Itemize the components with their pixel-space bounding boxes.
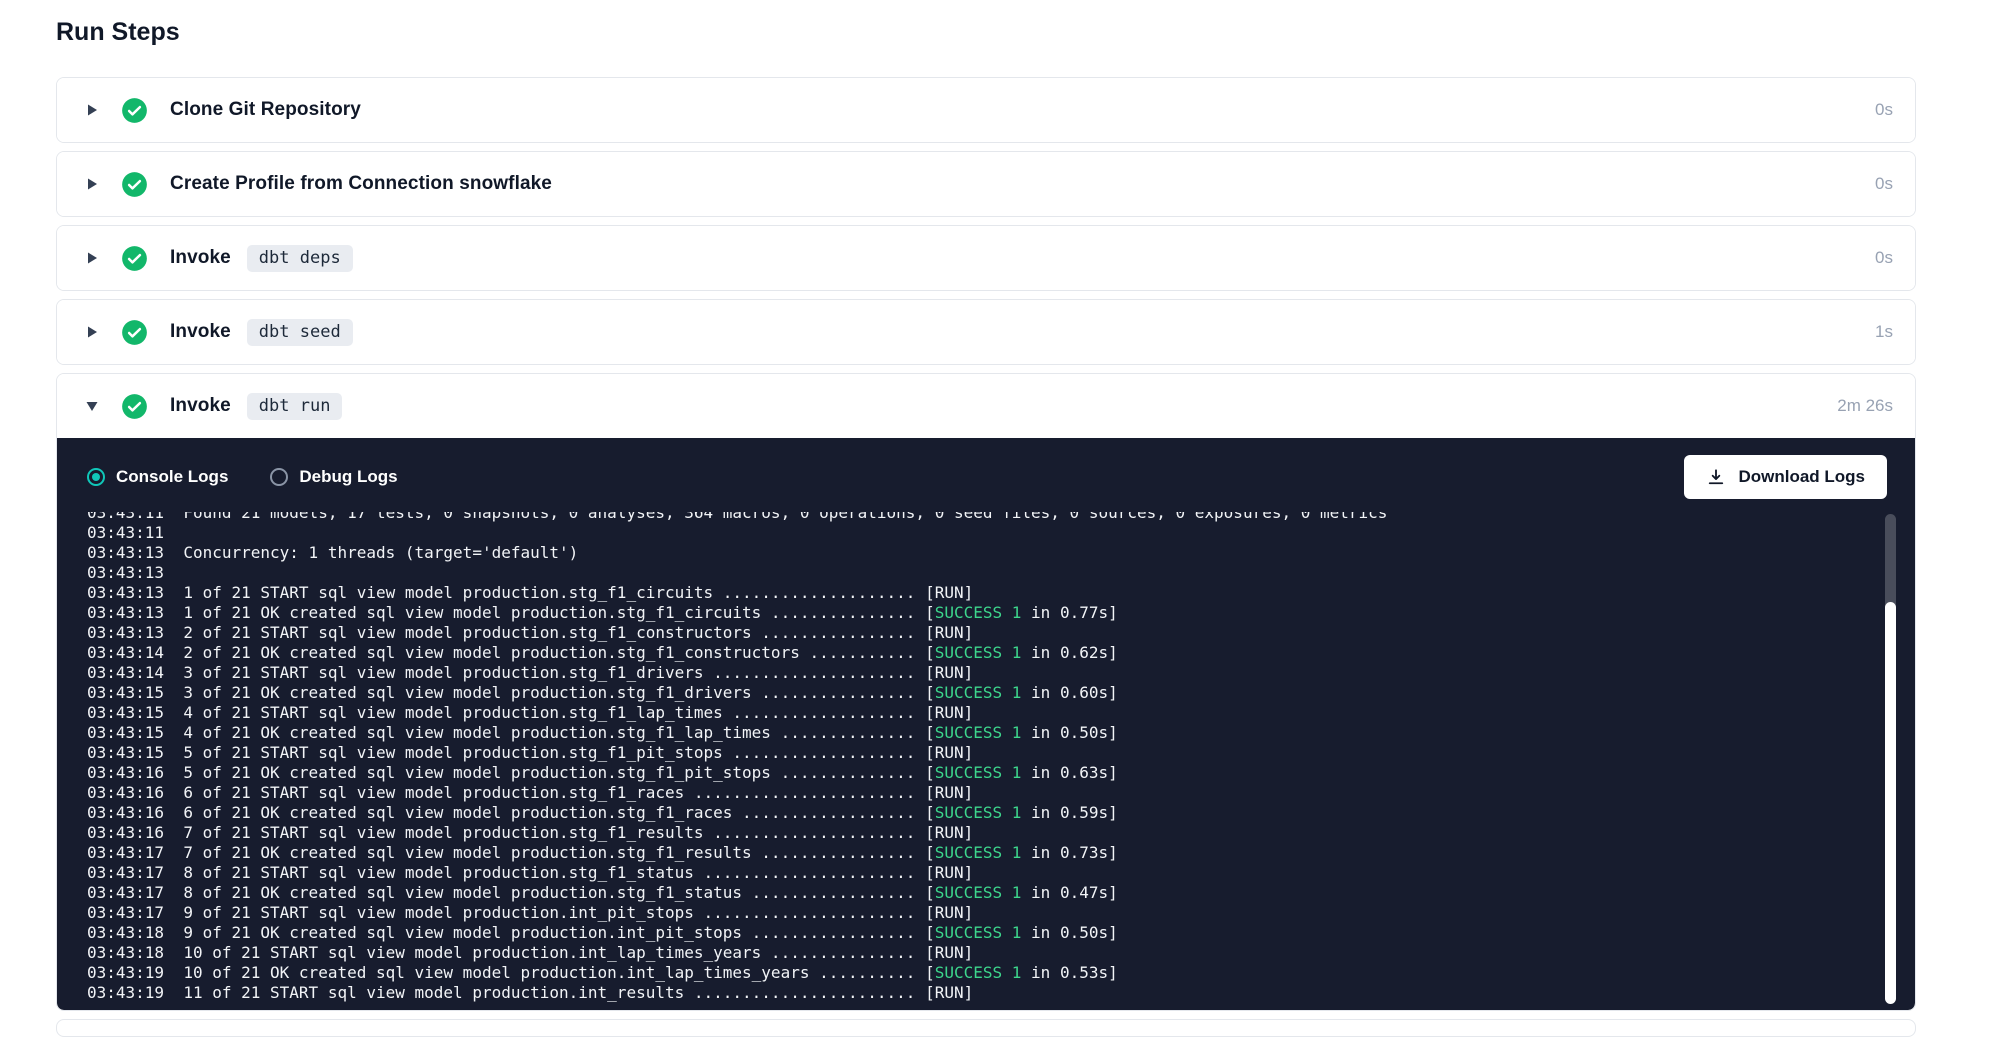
console-scrollbar-thumb[interactable] bbox=[1885, 602, 1896, 1004]
step-header-create-profile[interactable]: Create Profile from Connection snowflake… bbox=[57, 152, 1915, 216]
log-line: 03:43:15 4 of 21 START sql view model pr… bbox=[87, 703, 1855, 723]
success-check-icon bbox=[121, 97, 148, 124]
log-line: 03:43:15 4 of 21 OK created sql view mod… bbox=[87, 723, 1855, 743]
run-steps-page: Run Steps Clone Git Repository 0s Create… bbox=[0, 0, 2000, 1037]
log-line: 03:43:18 9 of 21 OK created sql view mod… bbox=[87, 923, 1855, 943]
log-line: 03:43:19 10 of 21 OK created sql view mo… bbox=[87, 963, 1855, 983]
command-badge: dbt seed bbox=[247, 319, 353, 346]
step-row: Create Profile from Connection snowflake… bbox=[56, 151, 1916, 217]
console-scrollbar[interactable] bbox=[1885, 514, 1896, 1000]
log-line: 03:43:16 5 of 21 OK created sql view mod… bbox=[87, 763, 1855, 783]
log-line: 03:43:19 11 of 21 START sql view model p… bbox=[87, 983, 1855, 1003]
step-title: Create Profile from Connection snowflake bbox=[170, 173, 552, 195]
step-header-invoke-dbt-seed[interactable]: Invoke dbt seed 1s bbox=[57, 300, 1915, 364]
command-badge: dbt deps bbox=[247, 245, 353, 272]
step-duration: 0s bbox=[1875, 100, 1893, 120]
log-line: 03:43:14 2 of 21 OK created sql view mod… bbox=[87, 643, 1855, 663]
download-icon bbox=[1706, 467, 1726, 487]
debug-logs-radio[interactable]: Debug Logs bbox=[270, 467, 397, 487]
step-row: Invoke dbt seed 1s bbox=[56, 299, 1916, 365]
log-line: 03:43:15 5 of 21 START sql view model pr… bbox=[87, 743, 1855, 763]
success-check-icon bbox=[121, 171, 148, 198]
chevron-right-icon[interactable] bbox=[85, 325, 99, 339]
console-log-lines: 03:43:11 Found 21 models, 17 tests, 0 sn… bbox=[87, 512, 1855, 1003]
console-logs-radio[interactable]: Console Logs bbox=[87, 467, 228, 487]
log-line: 03:43:18 10 of 21 START sql view model p… bbox=[87, 943, 1855, 963]
command-badge: dbt run bbox=[247, 393, 343, 420]
log-line: 03:43:13 2 of 21 START sql view model pr… bbox=[87, 623, 1855, 643]
success-check-icon bbox=[121, 319, 148, 346]
chevron-right-icon[interactable] bbox=[85, 177, 99, 191]
radio-selected-icon[interactable] bbox=[87, 468, 105, 486]
log-line: 03:43:13 bbox=[87, 563, 1855, 583]
log-line: 03:43:17 8 of 21 OK created sql view mod… bbox=[87, 883, 1855, 903]
step-title: Invoke bbox=[170, 321, 231, 343]
step-row-partial[interactable] bbox=[56, 1019, 1916, 1037]
step-row: Invoke dbt deps 0s bbox=[56, 225, 1916, 291]
step-title: Invoke bbox=[170, 395, 231, 417]
download-logs-label: Download Logs bbox=[1738, 467, 1865, 487]
console-toolbar: Console Logs Debug Logs Download Logs bbox=[57, 438, 1915, 512]
step-duration: 0s bbox=[1875, 248, 1893, 268]
step-row-expanded: Invoke dbt run 2m 26s Console Logs Debug… bbox=[56, 373, 1916, 1011]
step-header-clone-git-repository[interactable]: Clone Git Repository 0s bbox=[57, 78, 1915, 142]
log-line: 03:43:17 7 of 21 OK created sql view mod… bbox=[87, 843, 1855, 863]
log-line: 03:43:16 6 of 21 OK created sql view mod… bbox=[87, 803, 1855, 823]
step-title: Invoke bbox=[170, 247, 231, 269]
log-line: 03:43:11 bbox=[87, 523, 1855, 543]
step-header-invoke-dbt-deps[interactable]: Invoke dbt deps 0s bbox=[57, 226, 1915, 290]
chevron-right-icon[interactable] bbox=[85, 251, 99, 265]
log-line: 03:43:14 3 of 21 START sql view model pr… bbox=[87, 663, 1855, 683]
step-duration: 0s bbox=[1875, 174, 1893, 194]
radio-unselected-icon[interactable] bbox=[270, 468, 288, 486]
success-check-icon bbox=[121, 245, 148, 272]
log-line: 03:43:13 1 of 21 START sql view model pr… bbox=[87, 583, 1855, 603]
console-log-area[interactable]: 03:43:11 Found 21 models, 17 tests, 0 sn… bbox=[57, 512, 1915, 1010]
log-line: 03:43:15 3 of 21 OK created sql view mod… bbox=[87, 683, 1855, 703]
console-panel: Console Logs Debug Logs Download Logs 03… bbox=[57, 438, 1915, 1010]
step-title: Clone Git Repository bbox=[170, 99, 361, 121]
log-line: 03:43:13 1 of 21 OK created sql view mod… bbox=[87, 603, 1855, 623]
log-line: 03:43:16 7 of 21 START sql view model pr… bbox=[87, 823, 1855, 843]
success-check-icon bbox=[121, 393, 148, 420]
page-title: Run Steps bbox=[56, 18, 1916, 47]
chevron-down-icon[interactable] bbox=[85, 400, 99, 412]
log-line: 03:43:17 9 of 21 START sql view model pr… bbox=[87, 903, 1855, 923]
step-row: Clone Git Repository 0s bbox=[56, 77, 1916, 143]
download-logs-button[interactable]: Download Logs bbox=[1684, 455, 1887, 499]
log-line: 03:43:13 Concurrency: 1 threads (target=… bbox=[87, 543, 1855, 563]
log-line: 03:43:17 8 of 21 START sql view model pr… bbox=[87, 863, 1855, 883]
chevron-right-icon[interactable] bbox=[85, 103, 99, 117]
log-line: 03:43:16 6 of 21 START sql view model pr… bbox=[87, 783, 1855, 803]
step-header-invoke-dbt-run[interactable]: Invoke dbt run 2m 26s bbox=[57, 374, 1915, 438]
debug-logs-label: Debug Logs bbox=[299, 467, 397, 487]
console-logs-label: Console Logs bbox=[116, 467, 228, 487]
step-duration: 2m 26s bbox=[1837, 396, 1893, 416]
log-line: 03:43:11 Found 21 models, 17 tests, 0 sn… bbox=[87, 512, 1855, 523]
step-duration: 1s bbox=[1875, 322, 1893, 342]
